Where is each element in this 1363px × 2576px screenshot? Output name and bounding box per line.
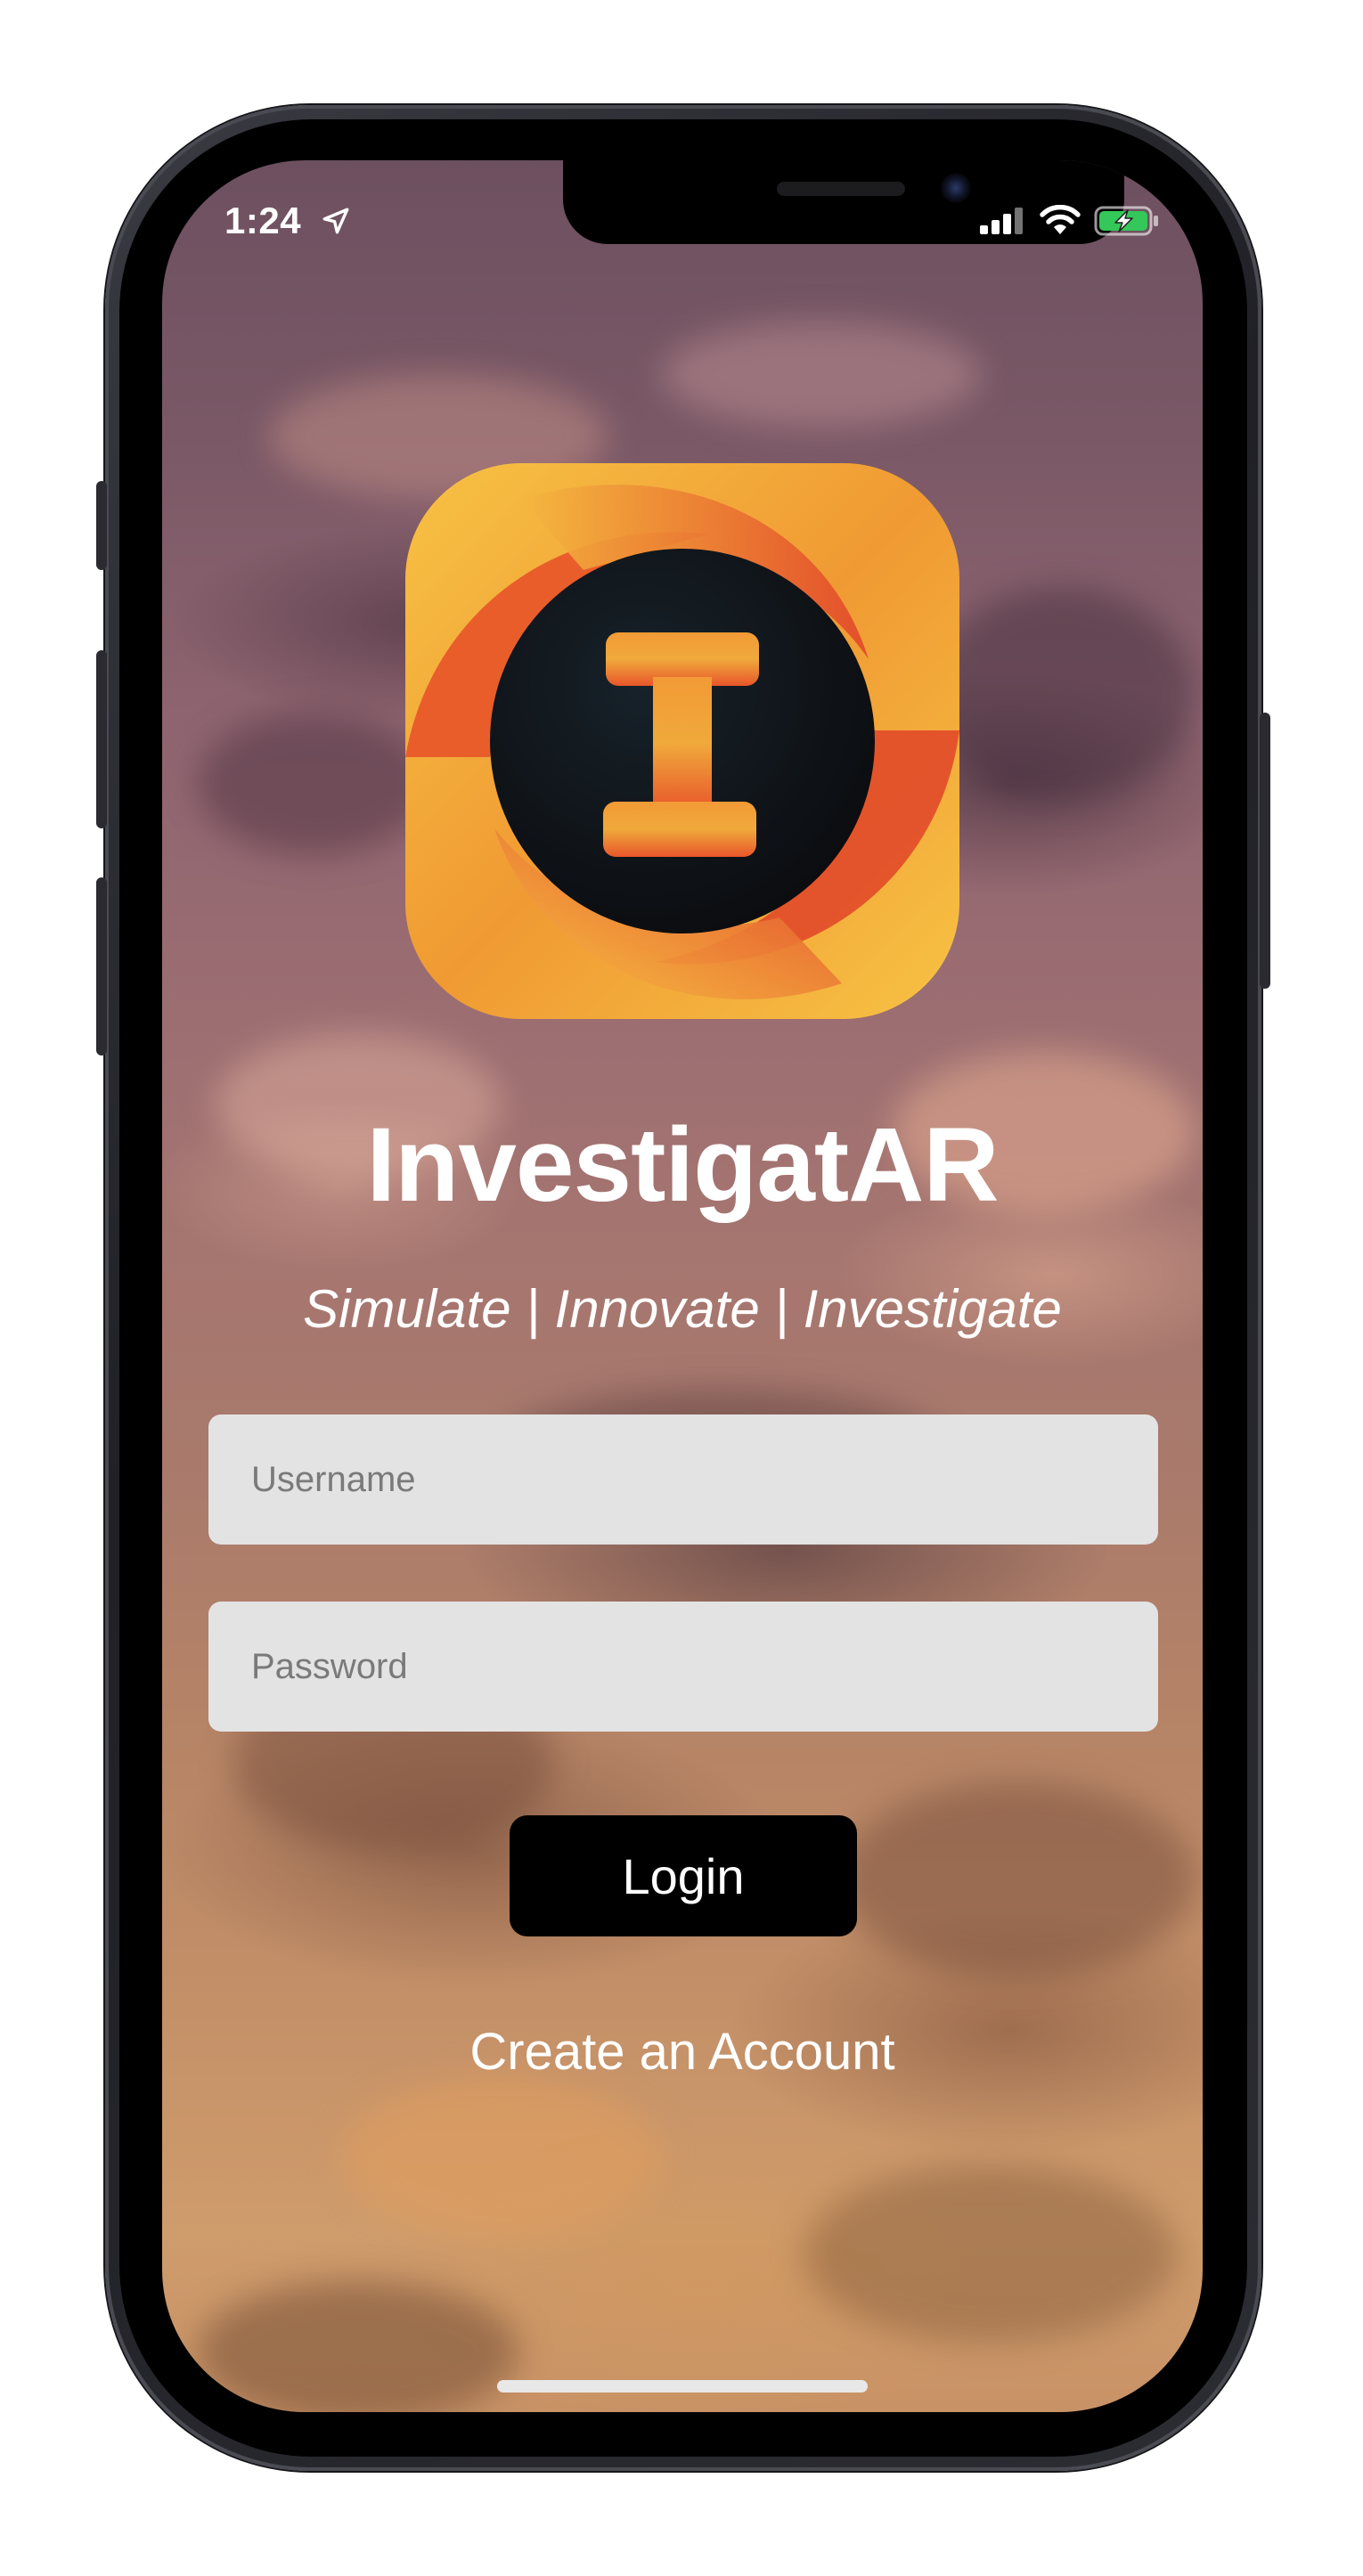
app-title: InvestigatAR xyxy=(366,1106,999,1224)
cloud xyxy=(661,321,982,428)
front-camera xyxy=(941,173,971,203)
status-icons xyxy=(978,204,1160,241)
canvas: 1:24 InvestigatAR Simulate | Innovate | … xyxy=(0,0,1363,2576)
home-indicator[interactable] xyxy=(497,2380,868,2393)
volume-down-button xyxy=(96,877,107,1056)
create-account-link[interactable]: Create an Account xyxy=(162,2022,1203,2082)
action-button xyxy=(96,481,107,570)
cellular-signal-icon xyxy=(978,206,1026,240)
power-button xyxy=(1260,713,1270,989)
wifi-icon xyxy=(1039,204,1081,241)
screen: 1:24 InvestigatAR Simulate | Innovate | … xyxy=(162,160,1203,2412)
cloud xyxy=(198,2280,518,2412)
cloud xyxy=(839,1781,1196,1977)
cloud xyxy=(340,2075,661,2236)
battery-charging-icon xyxy=(1094,205,1160,241)
cloud xyxy=(928,588,1196,802)
username-field[interactable] xyxy=(208,1414,1158,1545)
app-tagline: Simulate | Innovate | Investigate xyxy=(303,1279,1062,1339)
location-arrow-icon xyxy=(321,202,351,245)
investigatar-logo-icon xyxy=(405,463,959,1019)
cloud xyxy=(804,2164,1178,2343)
speaker-grille xyxy=(777,182,905,196)
volume-up-button xyxy=(96,650,107,828)
login-button[interactable]: Login xyxy=(510,1815,857,1936)
cloud xyxy=(198,713,429,855)
status-time-text: 1:24 xyxy=(224,200,302,241)
password-field[interactable] xyxy=(208,1602,1158,1732)
status-time: 1:24 xyxy=(224,200,351,245)
